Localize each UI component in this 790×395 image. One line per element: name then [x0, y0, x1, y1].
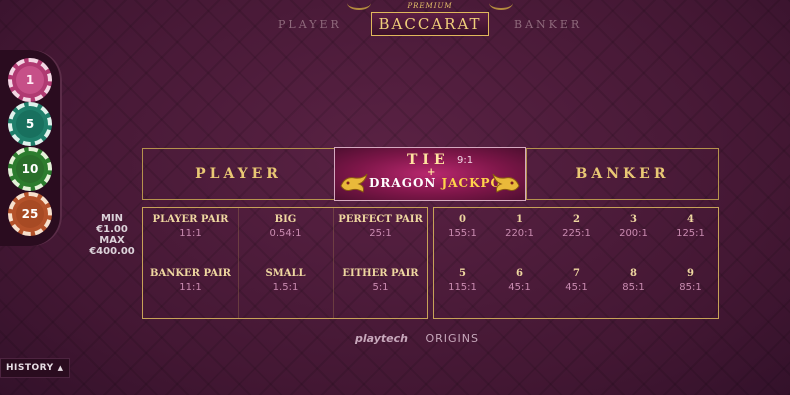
- table-limits: MIN €1.00 MAX €400.00: [88, 213, 136, 257]
- bet-name: EITHER PAIR: [342, 268, 419, 279]
- bet-odds: 11:1: [179, 282, 202, 293]
- number-bet-0[interactable]: 0 155:1: [434, 214, 491, 239]
- number-bet-9[interactable]: 9 85:1: [662, 268, 719, 293]
- playtech-logo: playtech: [355, 332, 408, 345]
- bet-name: 0: [459, 214, 466, 225]
- bet-name: SMALL: [265, 268, 306, 279]
- chip-5-value: 5: [16, 110, 44, 138]
- banker-bet-area[interactable]: BANKER: [526, 148, 719, 200]
- number-bet-8[interactable]: 8 85:1: [605, 268, 662, 293]
- min-value: €1.00: [96, 224, 128, 235]
- logo-subtitle: PREMIUM: [407, 2, 453, 10]
- bet-name: 8: [630, 268, 637, 279]
- logo-box: BACCARAT: [371, 12, 489, 36]
- number-bet-1[interactable]: 1 220:1: [491, 214, 548, 239]
- bet-name: PLAYER PAIR: [152, 214, 229, 225]
- premium-baccarat-logo: PREMIUM BACCARAT: [347, 0, 513, 40]
- bet-name: 5: [459, 268, 466, 279]
- tie-bet-area[interactable]: TIE 9:1 + DRAGON JACKPOT: [334, 147, 526, 201]
- bet-odds: 220:1: [505, 228, 534, 239]
- jackpot-dragon-word: DRAGON: [369, 176, 437, 190]
- bet-odds: 200:1: [619, 228, 648, 239]
- chip-1[interactable]: 1: [8, 58, 52, 102]
- max-label: MAX: [99, 235, 125, 246]
- bet-odds: 155:1: [448, 228, 477, 239]
- bet-name: BIG: [274, 214, 297, 225]
- number-bet-6[interactable]: 6 45:1: [491, 268, 548, 293]
- bet-odds: 85:1: [679, 282, 702, 293]
- header-banker-label: BANKER: [514, 18, 583, 31]
- bet-name: 9: [687, 268, 694, 279]
- bet-name: 1: [516, 214, 523, 225]
- chip-rail: 1 5 10 25: [0, 50, 62, 246]
- number-bet-2[interactable]: 2 225:1: [548, 214, 605, 239]
- chip-25-value: 25: [16, 200, 44, 228]
- side-bet-player-pair[interactable]: PLAYER PAIR 11:1: [143, 214, 238, 239]
- number-bet-7[interactable]: 7 45:1: [548, 268, 605, 293]
- chip-10-value: 10: [16, 155, 44, 183]
- number-bet-3[interactable]: 3 200:1: [605, 214, 662, 239]
- number-bets-panel: 0 155:1 1 220:1 2 225:1 3 200:1 4 125:1 5 115:…: [433, 207, 719, 319]
- bet-name: 4: [687, 214, 694, 225]
- side-bet-banker-pair[interactable]: BANKER PAIR 11:1: [143, 268, 238, 293]
- bet-odds: 25:1: [369, 228, 392, 239]
- number-bet-5[interactable]: 5 115:1: [434, 268, 491, 293]
- chip-10[interactable]: 10: [8, 147, 52, 191]
- number-bet-4[interactable]: 4 125:1: [662, 214, 719, 239]
- bet-name: PERFECT PAIR: [338, 214, 423, 225]
- bet-odds: 1.5:1: [272, 282, 299, 293]
- bet-odds: 45:1: [565, 282, 588, 293]
- side-bet-big[interactable]: BIG 0.54:1: [238, 214, 333, 239]
- bet-name: 6: [516, 268, 523, 279]
- dragon-left-icon: [340, 173, 368, 193]
- side-bet-small[interactable]: SMALL 1.5:1: [238, 268, 333, 293]
- logo-title: BACCARAT: [378, 15, 482, 33]
- bet-name: 3: [630, 214, 637, 225]
- bet-name: 2: [573, 214, 580, 225]
- bet-name: BANKER PAIR: [150, 268, 231, 279]
- max-value: €400.00: [89, 246, 135, 257]
- side-bet-perfect-pair[interactable]: PERFECT PAIR 25:1: [333, 214, 428, 239]
- player-bet-area[interactable]: PLAYER: [142, 148, 335, 200]
- side-bet-either-pair[interactable]: EITHER PAIR 5:1: [333, 268, 428, 293]
- side-bets-panel: PLAYER PAIR 11:1 BIG 0.54:1 PERFECT PAIR…: [142, 207, 428, 319]
- caret-up-icon: ▲: [57, 364, 64, 372]
- bet-name: 7: [573, 268, 580, 279]
- bet-odds: 11:1: [179, 228, 202, 239]
- history-label: HISTORY: [6, 363, 54, 373]
- bet-odds: 5:1: [372, 282, 389, 293]
- history-button[interactable]: HISTORY ▲: [0, 358, 70, 378]
- bet-odds: 225:1: [562, 228, 591, 239]
- header-player-label: PLAYER: [278, 18, 342, 31]
- bet-odds: 125:1: [676, 228, 705, 239]
- dragon-right-icon: [492, 173, 520, 193]
- bet-odds: 0.54:1: [269, 228, 302, 239]
- min-label: MIN: [100, 213, 124, 224]
- chip-1-value: 1: [16, 66, 44, 94]
- tie-label: TIE: [407, 152, 450, 168]
- chip-5[interactable]: 5: [8, 102, 52, 146]
- tie-odds: 9:1: [457, 155, 474, 166]
- origins-logo: ORIGINS: [425, 332, 480, 345]
- bet-odds: 85:1: [622, 282, 645, 293]
- brand-logos: playtech ORIGINS: [355, 332, 479, 345]
- bet-odds: 115:1: [448, 282, 477, 293]
- bet-odds: 45:1: [508, 282, 531, 293]
- chip-25[interactable]: 25: [8, 192, 52, 236]
